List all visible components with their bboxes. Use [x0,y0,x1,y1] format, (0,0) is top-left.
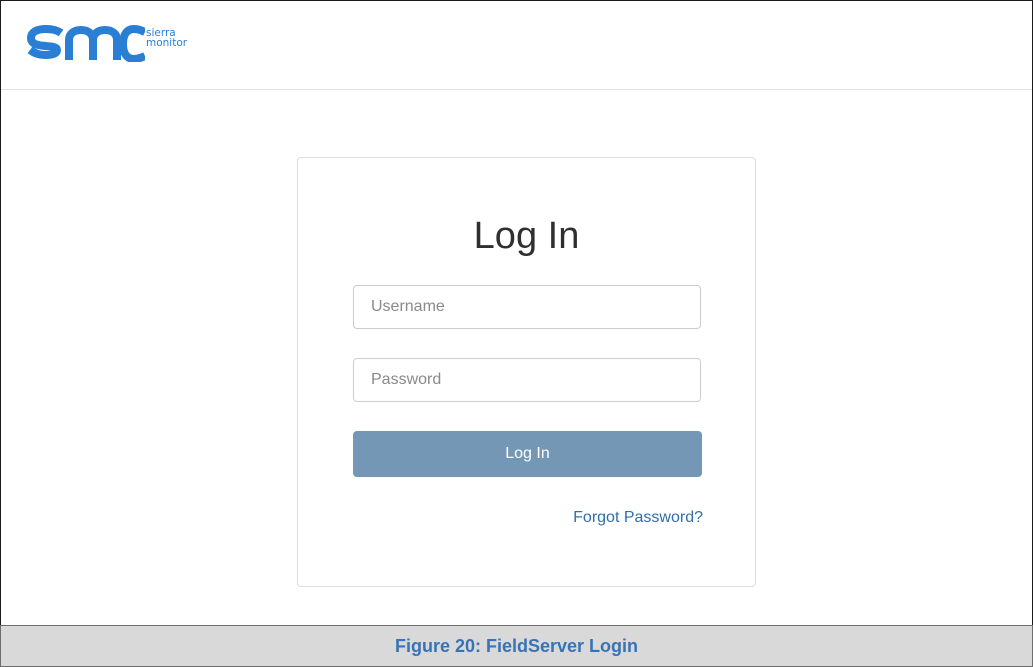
site-header: sierra monitor [1,1,1032,90]
figure-caption: Figure 20: FieldServer Login [394,636,639,656]
login-card: Log In Log In Forgot Password? [297,157,756,587]
brand-logo[interactable]: sierra monitor [27,24,187,62]
brand-subtitle-line2: monitor [146,37,188,49]
browser-window: sierra monitor Log In Log In Forgot Pass… [0,0,1033,626]
username-input[interactable] [353,285,701,329]
forgot-password-link[interactable]: Forgot Password? [573,509,703,527]
password-input[interactable] [353,358,701,402]
smc-logo-mark [27,24,145,62]
login-title: Log In [473,215,580,257]
login-button[interactable]: Log In [353,431,702,477]
figure-caption-bar: Figure 20: FieldServer Login [0,625,1033,667]
brand-subtitle: sierra monitor [146,28,188,49]
